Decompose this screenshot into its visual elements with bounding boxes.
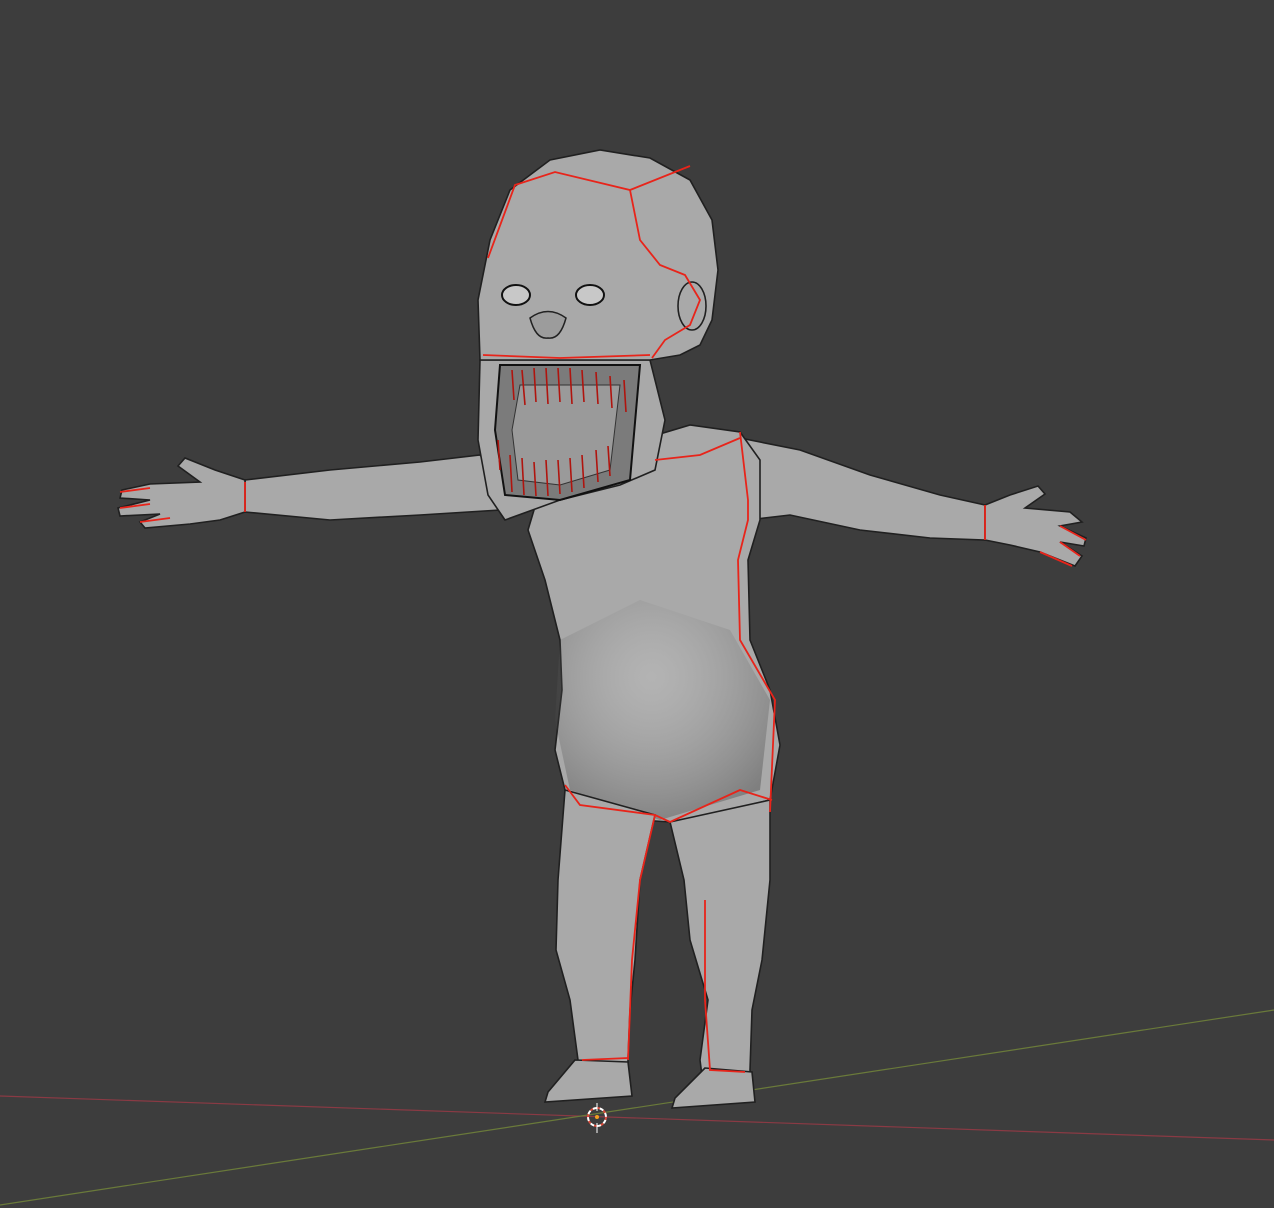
left-arm[interactable] <box>244 454 501 521</box>
3d-cursor-icon[interactable] <box>587 1103 607 1133</box>
right-leg[interactable] <box>669 799 771 1101</box>
left-eye <box>501 284 531 306</box>
left-hand[interactable] <box>117 457 246 529</box>
left-leg[interactable] <box>555 788 656 1096</box>
x-axis-line <box>0 1095 1274 1141</box>
right-foot[interactable] <box>670 1067 756 1109</box>
ear[interactable] <box>677 281 707 331</box>
viewport-scene[interactable] <box>0 0 1274 1208</box>
3d-viewport[interactable] <box>0 0 1274 1208</box>
right-eye <box>575 284 605 306</box>
mouth-inner <box>511 384 621 486</box>
creature-mesh[interactable] <box>117 149 1087 1109</box>
y-axis-line <box>0 1009 1274 1206</box>
left-foot[interactable] <box>543 1059 633 1103</box>
right-arm[interactable] <box>739 437 986 541</box>
right-hand[interactable] <box>984 485 1087 567</box>
